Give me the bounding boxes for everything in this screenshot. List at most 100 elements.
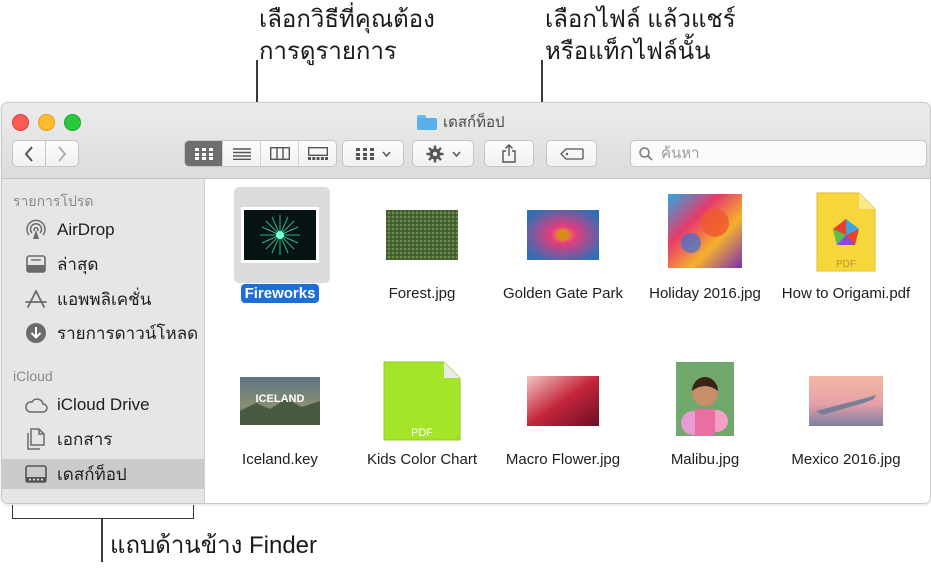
pdf-badge: PDF [411, 427, 433, 439]
share-button[interactable] [484, 140, 534, 167]
callout-line [101, 518, 103, 562]
applications-icon [24, 287, 48, 311]
sidebar-item-label: เอกสาร [57, 429, 113, 449]
grid-icon [194, 147, 213, 160]
sidebar-item-airdrop[interactable]: AirDrop [2, 215, 204, 245]
action-button[interactable] [412, 140, 474, 167]
file-name: Iceland.key [242, 451, 318, 468]
sidebar: รายการโปรด AirDrop ล่าสุด แอพพลิเคชั่น ร… [2, 179, 205, 503]
back-button[interactable] [12, 140, 46, 167]
file-name: Macro Flower.jpg [505, 451, 621, 468]
window-title: เดสก์ท็อป [417, 110, 505, 134]
sidebar-item-icloud-drive[interactable]: iCloud Drive [2, 390, 204, 420]
desktop-icon [24, 462, 48, 486]
chevron-down-icon [451, 151, 461, 157]
sidebar-item-documents[interactable]: เอกสาร [2, 424, 204, 454]
sidebar-item-applications[interactable]: แอพพลิเคชั่น [2, 284, 204, 314]
callout-share-line1: เลือกไฟล์ แล้วแชร์ [545, 6, 736, 33]
chevron-down-icon [381, 151, 391, 157]
recents-icon [24, 252, 48, 276]
sidebar-header-icloud: iCloud [13, 368, 53, 384]
documents-icon [24, 427, 48, 451]
malibu-thumbnail [673, 359, 737, 439]
chevron-left-icon [24, 145, 33, 162]
flower-thumbnail [524, 207, 602, 263]
callout-sidebar: แถบด้านข้าง Finder [110, 532, 317, 559]
sidebar-item-label: ล่าสุด [57, 254, 99, 274]
sidebar-item-recents[interactable]: ล่าสุด [2, 249, 204, 279]
file-item-iceland[interactable]: ICELAND Iceland.key [210, 349, 350, 499]
gear-icon [426, 145, 443, 162]
macro-flower-thumbnail [524, 373, 602, 429]
gallery-view-button[interactable] [299, 141, 336, 166]
file-name: Forest.jpg [388, 285, 456, 302]
icon-view-button[interactable] [185, 141, 223, 166]
file-item-macro-flower[interactable]: Macro Flower.jpg [493, 349, 633, 499]
file-name: Fireworks [210, 283, 350, 304]
toolbar: เดสก์ท็อป [2, 103, 930, 179]
search-icon [639, 146, 653, 161]
file-item-forest[interactable]: Forest.jpg [352, 179, 492, 339]
grid-icon [355, 147, 374, 160]
columns-icon [269, 147, 290, 160]
tag-icon [559, 147, 584, 160]
sidebar-item-downloads[interactable]: รายการดาวน์โหลด [2, 318, 204, 348]
file-name: Holiday 2016.jpg [649, 285, 761, 302]
forest-thumbnail [383, 207, 461, 263]
folder-icon [417, 114, 437, 130]
sidebar-header-favorites: รายการโปรด [13, 193, 94, 209]
zoom-button[interactable] [64, 114, 81, 131]
search-field[interactable] [630, 140, 927, 167]
downloads-icon [24, 321, 48, 345]
file-item-golden-gate-park[interactable]: Golden Gate Park [493, 179, 633, 339]
pdf-document-icon: PDF [383, 361, 461, 441]
window-title-text: เดสก์ท็อป [443, 114, 505, 131]
sidebar-item-desktop[interactable]: เดสก์ท็อป [2, 459, 204, 489]
search-input[interactable] [659, 144, 913, 163]
file-item-mexico-2016[interactable]: Mexico 2016.jpg [776, 349, 916, 499]
close-button[interactable] [12, 114, 29, 131]
chevron-right-icon [58, 145, 67, 162]
callout-share-line2: หรือแท็กไฟล์นั้น [545, 38, 711, 65]
column-view-button[interactable] [261, 141, 299, 166]
fireworks-thumbnail [241, 207, 319, 263]
list-view-button[interactable] [223, 141, 261, 166]
sidebar-item-label: เดสก์ท็อป [57, 464, 127, 484]
sidebar-item-label: แอพพลิเคชั่น [57, 289, 152, 309]
file-item-malibu[interactable]: Malibu.jpg [635, 349, 775, 499]
file-item-how-to-origami[interactable]: PDF How to Origami.pdf [776, 179, 916, 339]
callout-bracket [193, 505, 194, 519]
callout-view-line2: การดูรายการ [259, 38, 397, 65]
file-name: How to Origami.pdf [781, 285, 911, 302]
callout-share-tag: เลือกไฟล์ แล้วแชร์ หรือแท็กไฟล์นั้น [545, 4, 736, 68]
mexico-thumbnail [806, 373, 886, 429]
file-name: Golden Gate Park [502, 285, 624, 302]
callout-view-line1: เลือกวิธีที่คุณต้อง [259, 6, 435, 33]
sidebar-item-label: รายการดาวน์โหลด [57, 323, 199, 343]
callout-view-options: เลือกวิธีที่คุณต้อง การดูรายการ [259, 4, 435, 68]
keynote-thumbnail: ICELAND [240, 377, 320, 425]
sidebar-item-label: AirDrop [57, 220, 115, 239]
file-name: Mexico 2016.jpg [791, 451, 901, 468]
cloud-icon [24, 393, 48, 417]
file-area: Fireworks Forest.jpg Golden Gate Park Ho… [205, 179, 930, 503]
gallery-icon [307, 147, 328, 160]
file-item-kids-color-chart[interactable]: PDF Kids Color Chart [352, 349, 492, 499]
file-item-fireworks[interactable]: Fireworks [210, 179, 350, 339]
share-icon [502, 144, 516, 163]
file-name: Malibu.jpg [670, 451, 740, 468]
tag-button[interactable] [546, 140, 597, 167]
finder-window: เดสก์ท็อป ค้นหา รายการโปรด AirDrop ล่าสุ… [1, 102, 931, 504]
group-button[interactable] [342, 140, 404, 167]
file-item-holiday-2016[interactable]: Holiday 2016.jpg [635, 179, 775, 339]
view-mode-control [184, 140, 337, 167]
file-name: Kids Color Chart [366, 451, 478, 468]
pdf-document-icon: PDF [816, 192, 876, 272]
sidebar-item-label: iCloud Drive [57, 395, 150, 414]
minimize-button[interactable] [38, 114, 55, 131]
pdf-badge: PDF [836, 259, 856, 270]
forward-button[interactable] [45, 140, 79, 167]
keynote-title-text: ICELAND [256, 393, 305, 405]
holiday-thumbnail [665, 191, 745, 271]
list-icon [232, 147, 251, 160]
